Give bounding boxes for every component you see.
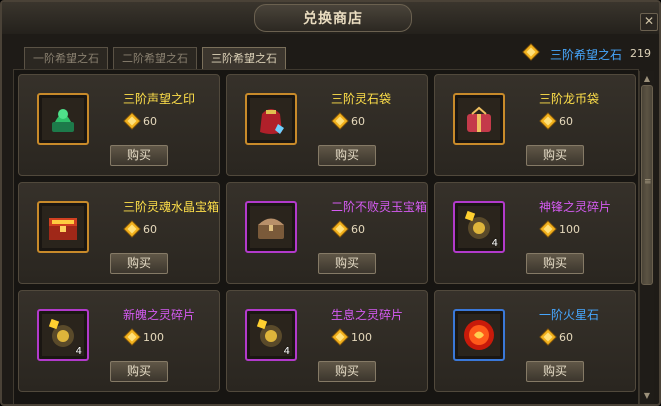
gem-icon <box>539 220 557 238</box>
item-price: 100 <box>351 331 372 344</box>
gem-icon <box>539 112 557 130</box>
item-name: 新魄之灵碎片 <box>123 308 196 322</box>
item-price: 100 <box>559 223 580 236</box>
buy-button[interactable]: 购买 <box>318 361 376 382</box>
scroll-down-icon[interactable]: ▼ <box>641 390 653 402</box>
item-name: 三阶声望之印 <box>123 92 196 106</box>
shop-item-cell: 三阶灵石袋 60 购买 <box>226 74 428 176</box>
item-price: 60 <box>351 223 365 236</box>
item-slot[interactable] <box>37 93 89 145</box>
grip-icon: ≡ <box>644 177 652 187</box>
title-plate: 兑换商店 <box>254 4 412 32</box>
item-slot[interactable] <box>453 93 505 145</box>
item-quantity: 4 <box>75 346 82 357</box>
gem-icon <box>331 220 349 238</box>
scroll-up-icon[interactable]: ▲ <box>641 73 653 85</box>
scrollbar[interactable]: ▲ ≡ ▼ <box>639 71 654 404</box>
tab-tier-3-stone[interactable]: 三阶希望之石 <box>202 47 286 70</box>
item-slot[interactable] <box>245 93 297 145</box>
buy-button[interactable]: 购买 <box>318 253 376 274</box>
item-name: 一阶火星石 <box>539 308 600 322</box>
buy-button[interactable]: 购买 <box>526 253 584 274</box>
currency-amount: 219 <box>630 47 651 60</box>
gem-icon <box>331 112 349 130</box>
item-price: 60 <box>143 115 157 128</box>
shop-item-cell: 三阶声望之印 60 购买 <box>18 74 220 176</box>
buy-button[interactable]: 购买 <box>526 361 584 382</box>
gem-icon <box>539 328 557 346</box>
currency-name: 三阶希望之石 <box>550 48 623 62</box>
item-name: 生息之灵碎片 <box>331 308 404 322</box>
tab-tier-1-stone[interactable]: 一阶希望之石 <box>24 47 108 69</box>
item-slot[interactable] <box>245 201 297 253</box>
gem-icon <box>123 328 141 346</box>
item-name: 三阶龙币袋 <box>539 92 600 106</box>
shop-item-cell: 4 神锋之灵碎片 100 购买 <box>434 182 636 284</box>
item-slot[interactable]: 4 <box>245 309 297 361</box>
close-icon[interactable]: ✕ <box>640 13 658 31</box>
item-price: 60 <box>559 115 573 128</box>
item-name: 二阶不败灵玉宝箱 <box>331 200 428 214</box>
item-price: 60 <box>559 331 573 344</box>
shop-item-cell: 三阶灵魂水晶宝箱 60 购买 <box>18 182 220 284</box>
item-slot[interactable] <box>453 309 505 361</box>
buy-button[interactable]: 购买 <box>110 361 168 382</box>
item-slot[interactable] <box>37 201 89 253</box>
item-name: 三阶灵石袋 <box>331 92 392 106</box>
scroll-thumb[interactable]: ≡ <box>641 85 653 285</box>
exchange-shop-window: 兑换商店 ✕ 一阶希望之石 二阶希望之石 三阶希望之石 三阶希望之石 219 三… <box>0 0 661 406</box>
item-name: 神锋之灵碎片 <box>539 200 612 214</box>
gem-icon <box>123 112 141 130</box>
item-slot[interactable]: 4 <box>453 201 505 253</box>
buy-button[interactable]: 购买 <box>110 253 168 274</box>
shop-item-cell: 4 生息之灵碎片 100 购买 <box>226 290 428 392</box>
shop-item-cell: 4 新魄之灵碎片 100 购买 <box>18 290 220 392</box>
item-price: 60 <box>351 115 365 128</box>
shop-item-cell: 三阶龙币袋 60 购买 <box>434 74 636 176</box>
buy-button[interactable]: 购买 <box>526 145 584 166</box>
item-price: 60 <box>143 223 157 236</box>
item-slot[interactable]: 4 <box>37 309 89 361</box>
gem-icon <box>522 43 540 61</box>
window-title: 兑换商店 <box>303 11 363 27</box>
gem-icon <box>331 328 349 346</box>
tab-tier-2-stone[interactable]: 二阶希望之石 <box>113 47 197 69</box>
shop-item-cell: 一阶火星石 60 购买 <box>434 290 636 392</box>
item-quantity: 4 <box>491 238 498 249</box>
gem-icon <box>123 220 141 238</box>
title-bar: 兑换商店 ✕ <box>2 2 659 34</box>
item-quantity: 4 <box>283 346 290 357</box>
shop-item-cell: 二阶不败灵玉宝箱 60 购买 <box>226 182 428 284</box>
buy-button[interactable]: 购买 <box>318 145 376 166</box>
buy-button[interactable]: 购买 <box>110 145 168 166</box>
item-price: 100 <box>143 331 164 344</box>
item-name: 三阶灵魂水晶宝箱 <box>123 200 220 214</box>
item-grid: 三阶声望之印 60 购买 三阶灵石袋 60 购买 三阶龙币袋 60 购买 三阶灵魂水晶宝箱 60 购买… <box>13 69 639 404</box>
